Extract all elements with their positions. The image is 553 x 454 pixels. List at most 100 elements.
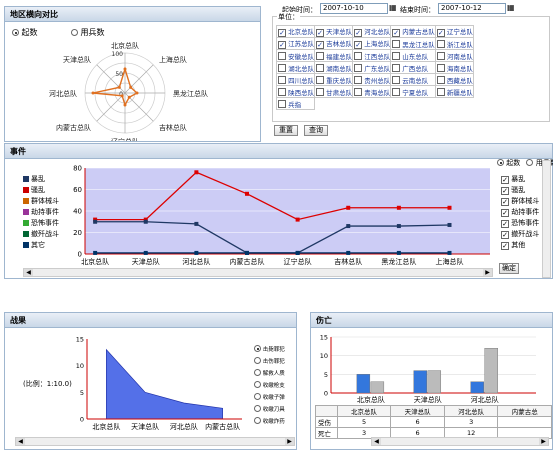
event-type-option[interactable]: ✓ 撤歼战斗 <box>501 229 539 240</box>
unit-checkbox[interactable]: ✓ <box>354 41 363 49</box>
scroll-left-icon[interactable]: ◀ <box>24 269 33 276</box>
unit-checkbox[interactable] <box>278 75 286 84</box>
event-type-checkbox[interactable]: ✓ <box>501 231 509 239</box>
radio-cases-dot[interactable] <box>12 29 19 36</box>
unit-checkbox[interactable] <box>354 51 363 60</box>
unit-checkbox[interactable] <box>278 87 286 96</box>
unit-option[interactable]: ✓ 河北总队 <box>352 25 392 38</box>
unit-option[interactable]: 重庆总队 <box>314 73 354 86</box>
result-type-radio[interactable] <box>254 369 261 376</box>
events-radio-cases[interactable] <box>497 159 504 166</box>
unit-option[interactable]: ✓ 江苏总队 <box>275 37 316 50</box>
result-type-radio[interactable] <box>254 393 261 400</box>
start-calendar-icon[interactable]: ▦ <box>389 3 397 12</box>
unit-checkbox[interactable] <box>436 75 445 84</box>
result-type-radio[interactable] <box>254 381 261 388</box>
unit-checkbox[interactable]: ✓ <box>316 41 325 49</box>
unit-checkbox[interactable]: ✓ <box>436 29 445 37</box>
unit-option[interactable]: ✓ 北京总队 <box>275 25 316 38</box>
unit-checkbox[interactable]: ✓ <box>278 41 286 49</box>
result-type-option[interactable]: 击伤罪犯 <box>254 357 285 369</box>
event-type-option[interactable]: ✓ 暴乱 <box>501 174 539 185</box>
unit-option[interactable]: 河南总队 <box>434 49 474 62</box>
unit-option[interactable]: 江西总队 <box>352 49 392 62</box>
result-type-option[interactable]: 击毙罪犯 <box>254 345 285 357</box>
result-type-radio[interactable] <box>254 417 261 424</box>
unit-checkbox[interactable] <box>316 63 325 72</box>
unit-checkbox[interactable] <box>436 87 445 96</box>
unit-option[interactable]: 青海总队 <box>352 85 392 98</box>
unit-option[interactable]: ✓ 天津总队 <box>314 25 354 38</box>
scroll-right-icon[interactable]: ▶ <box>483 269 492 276</box>
unit-checkbox[interactable]: ✓ <box>278 29 286 37</box>
event-type-option[interactable]: ✓ 骚乱 <box>501 185 539 196</box>
unit-option[interactable]: 湖北总队 <box>275 61 316 74</box>
unit-option[interactable]: 黑龙江总队 <box>390 37 436 50</box>
start-time-input[interactable]: 2007-10-10 <box>320 3 388 14</box>
unit-option[interactable]: 浙江总队 <box>434 37 474 50</box>
end-calendar-icon[interactable]: ▦ <box>507 3 515 12</box>
unit-option[interactable]: 云南总队 <box>390 73 436 86</box>
unit-checkbox[interactable] <box>278 63 286 72</box>
event-type-option[interactable]: ✓ 其他 <box>501 240 539 251</box>
result-type-radio[interactable] <box>254 357 261 364</box>
unit-option[interactable]: ✓ 辽宁总队 <box>434 25 474 38</box>
event-type-checkbox[interactable]: ✓ <box>501 187 509 195</box>
unit-option[interactable]: 宁夏总队 <box>390 85 436 98</box>
unit-checkbox[interactable] <box>436 63 445 72</box>
unit-option[interactable]: ✓ 内蒙古总队 <box>390 25 436 38</box>
unit-option[interactable]: 甘肃总队 <box>314 85 354 98</box>
events-radio-soldiers[interactable] <box>526 159 534 166</box>
result-type-option[interactable]: 收缴刀具 <box>254 405 285 417</box>
unit-option[interactable]: 贵州总队 <box>352 73 392 86</box>
event-type-checkbox[interactable]: ✓ <box>501 198 509 206</box>
event-type-checkbox[interactable]: ✓ <box>501 220 509 228</box>
event-type-option[interactable]: ✓ 恐怖事件 <box>501 218 539 229</box>
unit-checkbox[interactable] <box>354 63 363 72</box>
unit-option[interactable]: ✓ 上海总队 <box>352 37 392 50</box>
unit-checkbox[interactable] <box>316 51 325 60</box>
event-type-checkbox[interactable]: ✓ <box>501 209 509 217</box>
unit-option[interactable]: 湖南总队 <box>314 61 354 74</box>
unit-checkbox[interactable]: ✓ <box>316 29 325 37</box>
unit-option[interactable]: 兵指 <box>275 97 316 110</box>
unit-option[interactable]: 安徽总队 <box>275 49 316 62</box>
reset-button[interactable]: 重置 <box>274 125 298 136</box>
unit-option[interactable]: 西藏总队 <box>434 73 474 86</box>
radio-cases[interactable]: 起数 <box>12 27 38 38</box>
cas-scroll-left-icon[interactable]: ◀ <box>372 438 381 445</box>
result-type-option[interactable]: 收缴枪支 <box>254 381 285 393</box>
events-hscroll[interactable]: ◀ ▶ <box>23 268 493 277</box>
event-type-option[interactable]: ✓ 劫持事件 <box>501 207 539 218</box>
events-confirm-button[interactable]: 确定 <box>499 263 519 274</box>
unit-option[interactable]: 陕西总队 <box>275 85 316 98</box>
unit-checkbox[interactable] <box>316 75 325 84</box>
unit-checkbox[interactable] <box>278 99 286 108</box>
events-vscroll[interactable] <box>542 160 551 278</box>
unit-checkbox[interactable] <box>436 51 445 60</box>
results-scroll-right-icon[interactable]: ▶ <box>285 438 294 445</box>
unit-option[interactable]: 四川总队 <box>275 73 316 86</box>
unit-option[interactable]: 福建总队 <box>314 49 354 62</box>
cas-scroll-right-icon[interactable]: ▶ <box>539 438 548 445</box>
end-time-input[interactable]: 2007-10-12 <box>438 3 506 14</box>
casualties-hscroll[interactable]: ◀ ▶ <box>371 437 549 446</box>
unit-checkbox[interactable] <box>278 51 286 60</box>
unit-option[interactable]: 海南总队 <box>434 61 474 74</box>
unit-checkbox[interactable] <box>354 75 363 84</box>
result-type-option[interactable]: 解救人质 <box>254 369 285 381</box>
result-type-option[interactable]: 收缴炸药 <box>254 417 285 429</box>
event-type-checkbox[interactable]: ✓ <box>501 176 509 184</box>
result-type-option[interactable]: 收缴子弹 <box>254 393 285 405</box>
unit-option[interactable]: ✓ 吉林总队 <box>314 37 354 50</box>
unit-option[interactable]: 山东总队 <box>390 49 436 62</box>
results-hscroll[interactable]: ◀ ▶ <box>15 437 295 446</box>
query-button[interactable]: 查询 <box>304 125 328 136</box>
result-type-radio[interactable] <box>254 405 261 412</box>
event-type-checkbox[interactable]: ✓ <box>501 242 509 250</box>
event-type-option[interactable]: ✓ 群体械斗 <box>501 196 539 207</box>
unit-option[interactable]: 广东总队 <box>352 61 392 74</box>
unit-option[interactable]: 广西总队 <box>390 61 436 74</box>
unit-checkbox[interactable]: ✓ <box>354 29 363 37</box>
results-scroll-left-icon[interactable]: ◀ <box>16 438 25 445</box>
